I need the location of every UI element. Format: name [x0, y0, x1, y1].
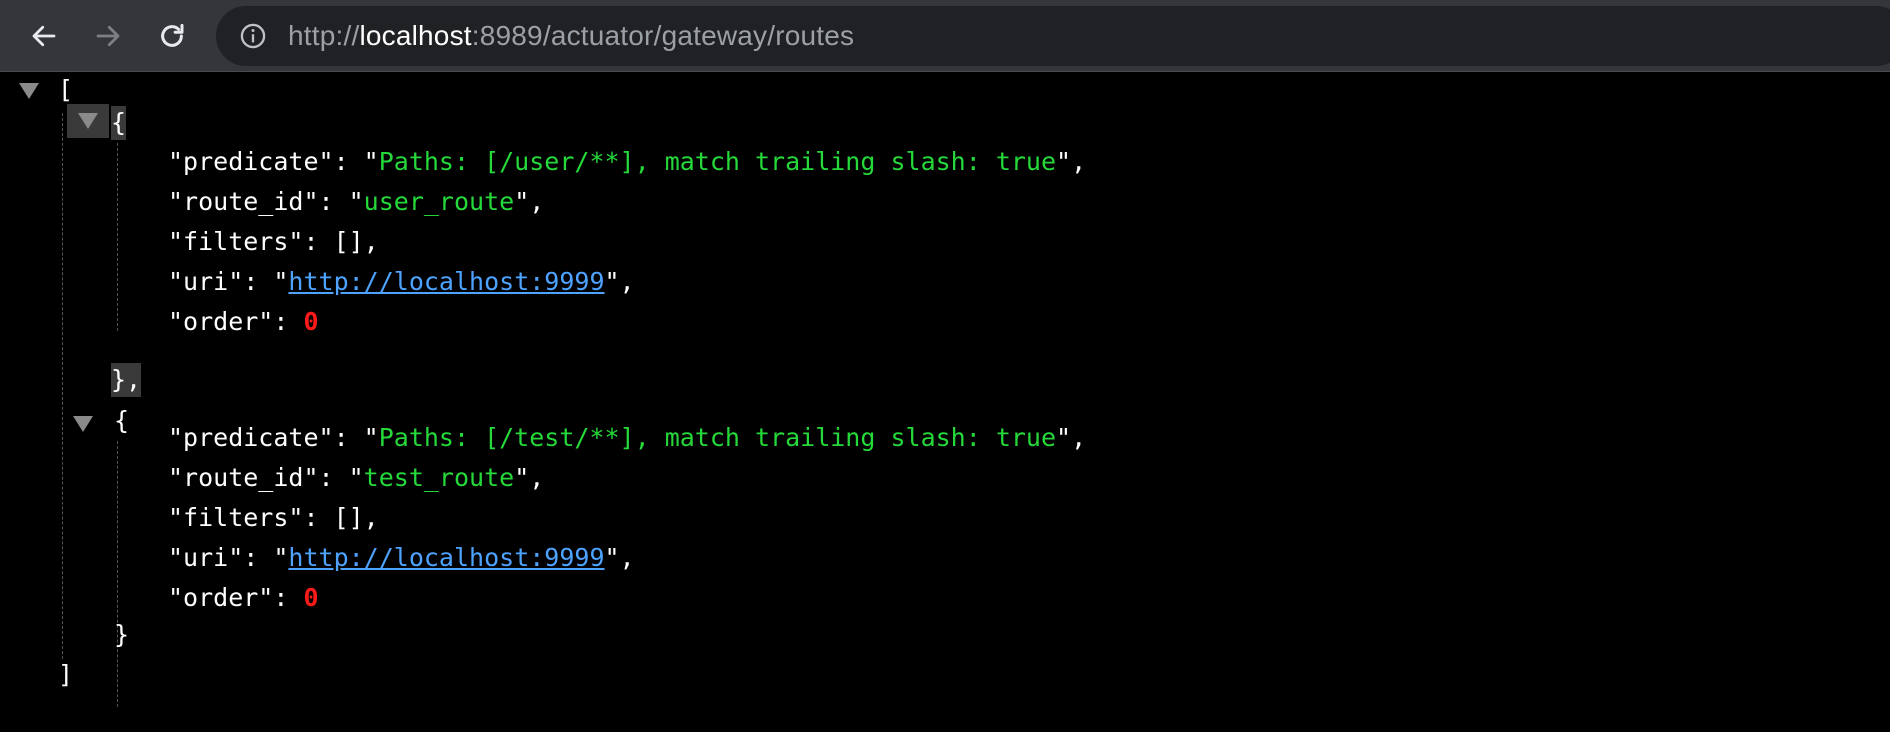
- order-value: 0: [303, 307, 319, 336]
- order-key: "order":: [168, 583, 304, 612]
- object-open-brace: {: [114, 406, 130, 435]
- uri-key: "uri": ": [168, 267, 289, 296]
- url-scheme: http://: [288, 20, 360, 51]
- collapse-triangle-icon[interactable]: [70, 411, 96, 437]
- forward-arrow-icon: [96, 25, 120, 47]
- predicate-row: "predicate": "Paths: [/test/**], match t…: [168, 418, 1086, 458]
- back-button[interactable]: [22, 14, 66, 58]
- route-id-key: "route_id": ": [168, 463, 364, 492]
- reload-button[interactable]: [150, 14, 194, 58]
- back-arrow-icon: [32, 25, 56, 47]
- uri-link[interactable]: http://localhost:9999: [288, 267, 604, 296]
- array-close-bracket: ]: [58, 660, 74, 689]
- uri-link[interactable]: http://localhost:9999: [288, 543, 604, 572]
- predicate-row: "predicate": "Paths: [/user/**], match t…: [168, 142, 1086, 182]
- json-viewer: [ { "predicate": "Paths: [/user/**], mat…: [0, 73, 1890, 732]
- predicate-value: Paths: [/user/**], match trailing slash:…: [378, 147, 1057, 176]
- route-id-end: ",: [514, 187, 545, 216]
- browser-toolbar: http://localhost:8989/actuator/gateway/r…: [0, 0, 1890, 72]
- uri-row: "uri": "http://localhost:9999",: [168, 538, 635, 578]
- route-id-key: "route_id": ": [168, 187, 364, 216]
- collapse-triangle-icon[interactable]: [16, 78, 42, 104]
- predicate-end: ",: [1056, 423, 1087, 452]
- uri-key: "uri": ": [168, 543, 289, 572]
- indent-guide: [62, 113, 63, 659]
- indent-guide: [117, 143, 118, 331]
- predicate-end: ",: [1056, 147, 1087, 176]
- route-id-end: ",: [514, 463, 545, 492]
- uri-end: ",: [604, 543, 635, 572]
- predicate-key: "predicate": ": [168, 423, 379, 452]
- object-open-brace: {: [111, 106, 127, 140]
- object-close-brace: },: [111, 363, 142, 397]
- url-host: localhost: [359, 20, 472, 51]
- order-value: 0: [303, 583, 319, 612]
- order-key: "order":: [168, 307, 304, 336]
- reload-icon: [161, 23, 184, 47]
- object-close-brace: }: [114, 620, 130, 649]
- route-id-value: user_route: [363, 187, 515, 216]
- predicate-key: "predicate": ": [168, 147, 379, 176]
- url-path: :8989/actuator/gateway/routes: [471, 20, 855, 51]
- route-id-value: test_route: [363, 463, 515, 492]
- filters-row: "filters": [],: [168, 503, 379, 532]
- indent-guide: [117, 441, 118, 707]
- route-id-row: "route_id": "user_route",: [168, 182, 544, 222]
- url-text[interactable]: http://localhost:8989/actuator/gateway/r…: [288, 20, 854, 52]
- order-row: "order": 0: [168, 578, 319, 618]
- order-row: "order": 0: [168, 302, 319, 342]
- uri-end: ",: [604, 267, 635, 296]
- predicate-value: Paths: [/test/**], match trailing slash:…: [378, 423, 1057, 452]
- forward-button[interactable]: [86, 14, 130, 58]
- uri-row: "uri": "http://localhost:9999",: [168, 262, 635, 302]
- address-bar[interactable]: http://localhost:8989/actuator/gateway/r…: [216, 6, 1890, 66]
- info-icon[interactable]: [238, 21, 268, 51]
- route-id-row: "route_id": "test_route",: [168, 458, 544, 498]
- filters-row: "filters": [],: [168, 227, 379, 256]
- collapse-triangle-icon[interactable]: [67, 104, 109, 138]
